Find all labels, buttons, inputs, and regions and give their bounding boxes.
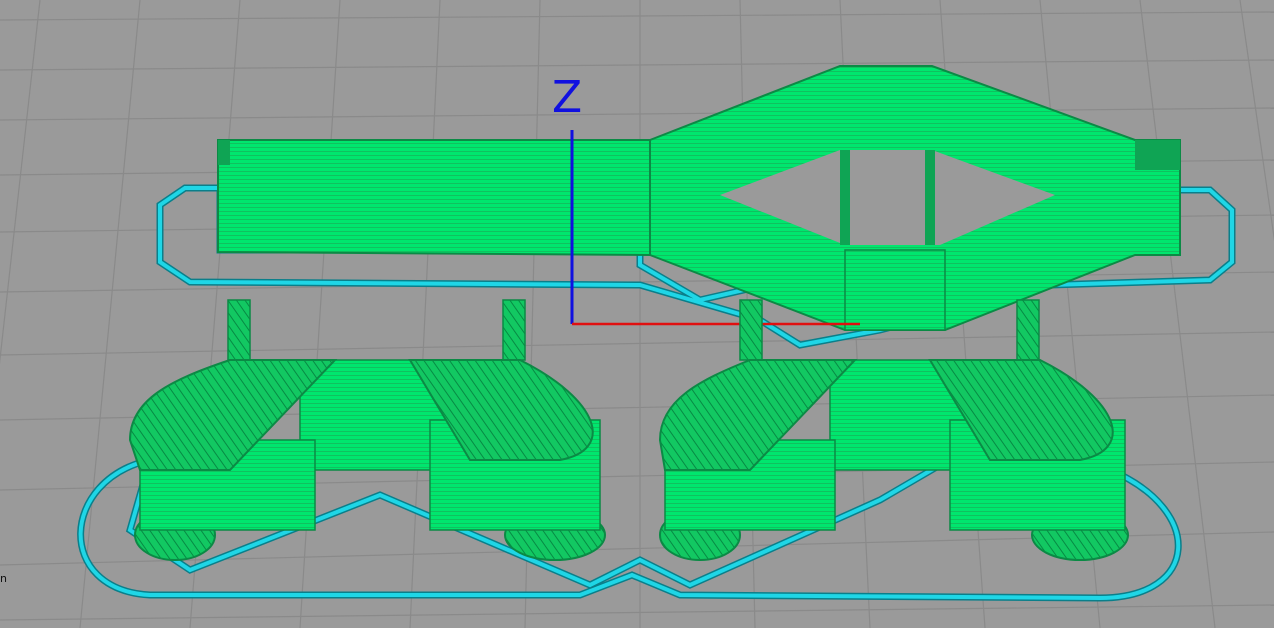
3d-viewport[interactable]: Z n (0, 0, 1274, 628)
scene-canvas[interactable]: Z (0, 0, 1274, 628)
edge-text: n (0, 572, 7, 585)
model-bottom-left (128, 299, 606, 561)
z-axis-label: Z (552, 72, 582, 123)
model-top-bracket (217, 65, 1181, 331)
